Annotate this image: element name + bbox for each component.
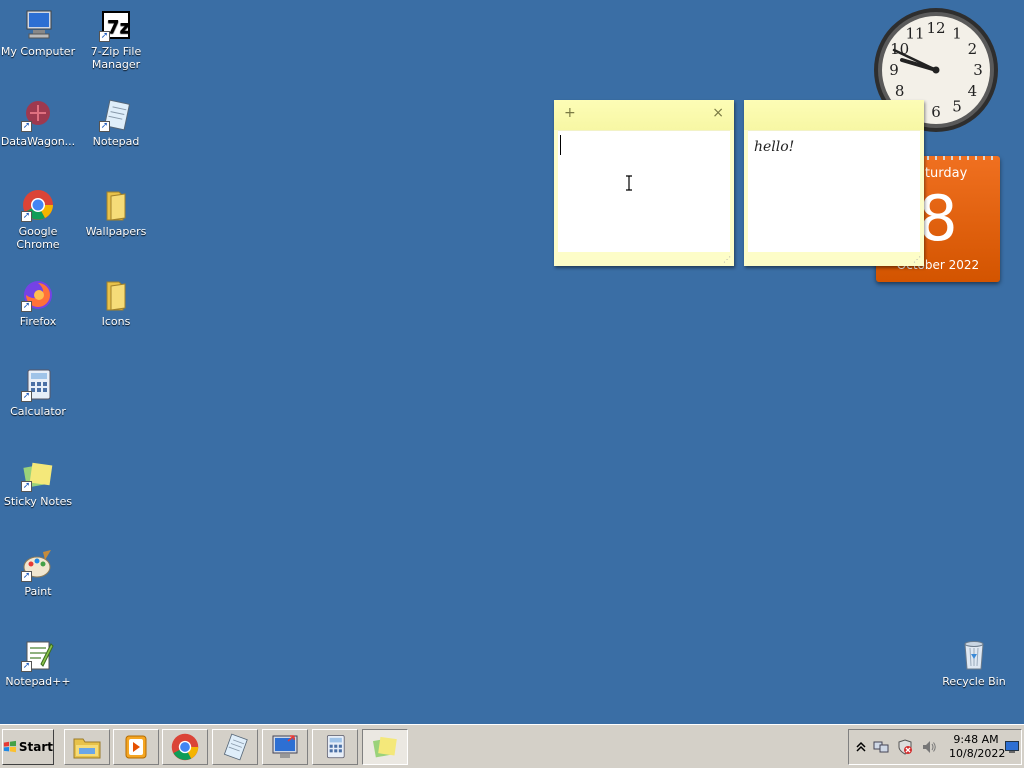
svg-text:7z: 7z	[107, 17, 130, 38]
tray-time: 9:48 AM	[953, 733, 999, 746]
sticky-notes-icon: ➚	[21, 458, 55, 492]
start-label: Start	[18, 740, 53, 754]
my-computer-icon	[21, 8, 55, 42]
notepad-icon: ➚	[99, 98, 133, 132]
tray-clock[interactable]: 9:48 AM 10/8/2022	[949, 733, 1006, 761]
taskbar-notepad[interactable]	[212, 729, 258, 765]
media-player-icon	[125, 735, 147, 759]
tray-expand-icon[interactable]	[853, 739, 869, 755]
firefox-icon: ➚	[21, 278, 55, 312]
desktop: My Computer ➚ DataWagon... ➚ Google Chro…	[0, 0, 1024, 724]
shortcut-arrow-icon: ➚	[21, 571, 32, 582]
clock-numeral: 6	[931, 103, 941, 121]
close-note-button[interactable]: ×	[712, 105, 724, 121]
clock-numeral: 8	[895, 82, 905, 100]
text-cursor-icon	[626, 175, 632, 191]
clock-numeral: 9	[889, 61, 899, 79]
chrome-icon	[171, 733, 199, 761]
taskbar: Start 9:48 AM 10/8/2022	[0, 724, 1024, 768]
text-caret	[560, 135, 561, 155]
volume-icon[interactable]	[921, 739, 937, 755]
shortcut-arrow-icon: ➚	[21, 391, 32, 402]
file-explorer-icon	[73, 738, 101, 759]
taskbar-chrome[interactable]	[162, 729, 208, 765]
system-tray: 9:48 AM 10/8/2022	[848, 729, 1022, 765]
remote-desktop-icon	[272, 735, 298, 758]
sticky-note-active[interactable]: + × ⋰	[554, 100, 734, 266]
start-button[interactable]: Start	[2, 729, 54, 765]
desktop-icon-calculator[interactable]: ➚ Calculator	[0, 368, 78, 418]
clock-numeral: 4	[968, 82, 978, 100]
taskbar-file-explorer[interactable]	[64, 729, 110, 765]
seven-zip-icon: 7z ➚	[99, 8, 133, 42]
sticky-note-titlebar[interactable]: + ×	[554, 100, 734, 130]
clock-numeral: 12	[926, 19, 945, 37]
shortcut-arrow-icon: ➚	[21, 481, 32, 492]
sticky-note-text: hello!	[754, 139, 795, 155]
clock-numeral: 11	[905, 25, 924, 43]
sticky-note-text-area[interactable]: hello!	[748, 130, 920, 252]
shortcut-arrow-icon: ➚	[21, 121, 32, 132]
folder-icon	[99, 278, 133, 312]
shortcut-arrow-icon: ➚	[21, 211, 32, 222]
desktop-icon-paint[interactable]: ➚ Paint	[0, 548, 78, 598]
calculator-icon	[326, 735, 345, 759]
chrome-icon: ➚	[21, 188, 55, 222]
taskbar-calculator[interactable]	[312, 729, 358, 765]
desktop-icon-7zip[interactable]: 7z ➚ 7-Zip File Manager	[76, 8, 156, 71]
desktop-icon-notepad[interactable]: ➚ Notepad	[76, 98, 156, 148]
paint-icon: ➚	[21, 548, 55, 582]
resize-grip-icon[interactable]: ⋰	[913, 255, 921, 264]
calculator-icon: ➚	[21, 368, 55, 402]
show-desktop-icon[interactable]	[1005, 741, 1019, 753]
sticky-note[interactable]: hello! ⋰	[744, 100, 924, 266]
sticky-note-text-area[interactable]	[558, 130, 730, 252]
resize-grip-icon[interactable]: ⋰	[723, 255, 731, 264]
windows-logo-icon	[3, 740, 16, 753]
desktop-icon-recycle-bin[interactable]: Recycle Bin	[934, 638, 1014, 688]
desktop-icon-icons-folder[interactable]: Icons	[76, 278, 156, 328]
datawagon-icon: ➚	[21, 98, 55, 132]
notepad-plus-plus-icon: ➚	[21, 638, 55, 672]
shortcut-arrow-icon: ➚	[99, 31, 110, 42]
sticky-notes-icon	[372, 736, 397, 758]
clock-numeral: 2	[968, 40, 978, 58]
shortcut-arrow-icon: ➚	[21, 301, 32, 312]
desktop-icon-firefox[interactable]: ➚ Firefox	[0, 278, 78, 328]
sticky-note-titlebar[interactable]	[744, 100, 924, 130]
shortcut-arrow-icon: ➚	[21, 661, 32, 672]
clock-numeral: 1	[952, 25, 962, 43]
desktop-icon-google-chrome[interactable]: ➚ Google Chrome	[0, 188, 78, 251]
taskbar-media-player[interactable]	[113, 729, 159, 765]
clock-numeral: 3	[973, 61, 983, 79]
taskbar-remote-desktop[interactable]	[262, 729, 308, 765]
network-icon[interactable]	[873, 739, 889, 755]
taskbar-sticky-notes[interactable]	[362, 729, 408, 765]
recycle-bin-icon	[957, 638, 991, 672]
shortcut-arrow-icon: ➚	[99, 121, 110, 132]
clock-numeral: 5	[952, 97, 962, 115]
desktop-icon-notepad-plus-plus[interactable]: ➚ Notepad++	[0, 638, 78, 688]
desktop-icon-wallpapers[interactable]: Wallpapers	[76, 188, 156, 238]
folder-icon	[99, 188, 133, 222]
tray-date: 10/8/2022	[949, 747, 1006, 760]
desktop-icon-sticky-notes[interactable]: ➚ Sticky Notes	[0, 458, 78, 508]
desktop-icon-datawagon[interactable]: ➚ DataWagon...	[0, 98, 78, 148]
add-note-button[interactable]: +	[564, 105, 576, 121]
notepad-icon	[223, 733, 248, 761]
desktop-icon-my-computer[interactable]: My Computer	[0, 8, 78, 58]
security-alert-icon[interactable]	[897, 739, 913, 755]
